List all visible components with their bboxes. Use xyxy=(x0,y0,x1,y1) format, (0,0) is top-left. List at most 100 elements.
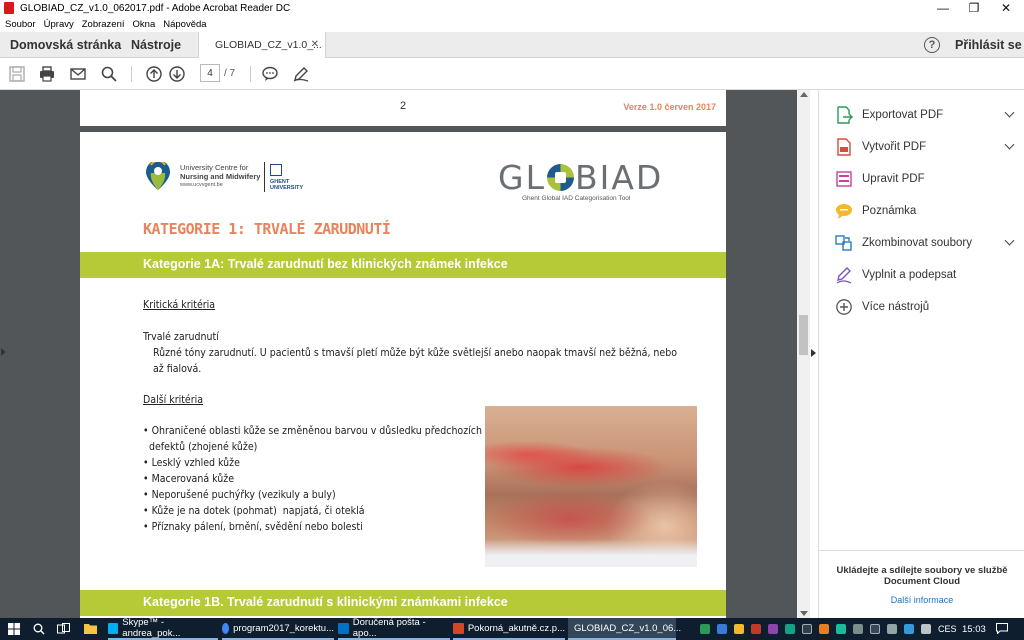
criteria-item: • Příznaky pálení, brnění, svědění nebo … xyxy=(143,521,363,533)
taskbar-item-skype[interactable]: Skype™ - andrea_pok... xyxy=(108,617,218,640)
tray-app-icon[interactable] xyxy=(802,624,812,634)
search-icon[interactable] xyxy=(100,65,118,83)
tool-comment-label: Poznámka xyxy=(862,205,917,217)
page-down-icon[interactable] xyxy=(168,65,186,83)
fill-sign-icon xyxy=(836,267,852,284)
critical-desc-line-2: až fialová. xyxy=(153,363,202,375)
tool-export-pdf[interactable]: Exportovat PDF xyxy=(835,103,1015,127)
page-up-icon[interactable] xyxy=(145,65,163,83)
collapse-left-icon[interactable] xyxy=(1,348,6,356)
toolbar-divider xyxy=(131,66,132,82)
skype-icon xyxy=(108,622,119,634)
logo-divider xyxy=(264,162,265,192)
taskbar-item-powerpoint[interactable]: Pokorná_akutně.cz.p... xyxy=(453,618,565,640)
tray-app-icon[interactable] xyxy=(819,624,829,634)
scroll-down-icon[interactable] xyxy=(800,611,808,616)
taskbar-item-acrobat[interactable]: GLOBIAD_CZ_v1.0_06... xyxy=(568,618,681,640)
tool-combine-files-label: Zkombinovat soubory xyxy=(862,237,972,249)
comment-icon[interactable] xyxy=(261,65,279,83)
tab-document[interactable]: GLOBIAD_CZ_v1.0_... ✕ xyxy=(198,32,326,58)
tool-create-pdf-label: Vytvořit PDF xyxy=(862,141,927,153)
tray-app-icon[interactable] xyxy=(768,624,778,634)
menu-help[interactable]: Nápověda xyxy=(163,19,206,30)
menu-file[interactable]: Soubor xyxy=(5,19,36,30)
tab-tools[interactable]: Nástroje xyxy=(131,32,181,57)
chevron-down-icon[interactable] xyxy=(1004,139,1015,150)
outlook-icon xyxy=(338,622,349,634)
save-icon[interactable] xyxy=(8,65,26,83)
cloud-more-info-link[interactable]: Další informace xyxy=(819,595,1024,605)
tool-more-tools[interactable]: Více nástrojů xyxy=(835,295,1015,319)
page-number-input[interactable]: 4 xyxy=(200,64,220,82)
tray-app-icon[interactable] xyxy=(785,624,795,634)
section-1b-title: Kategorie 1B. Trvalé zarudnutí s klinick… xyxy=(143,595,508,609)
restore-button[interactable]: ❐ xyxy=(959,0,989,16)
print-icon[interactable] xyxy=(38,65,56,83)
tool-create-pdf[interactable]: Vytvořit PDF xyxy=(835,135,1015,159)
tab-document-label: GLOBIAD_CZ_v1.0_... xyxy=(215,39,322,51)
collapse-right-icon[interactable] xyxy=(811,349,816,357)
cloud-promo-text-1: Ukládejte a sdílejte soubory ve službě xyxy=(836,565,1008,576)
notifications-icon[interactable] xyxy=(996,623,1008,634)
system-clock[interactable]: 15:03 xyxy=(962,618,986,640)
scroll-up-icon[interactable] xyxy=(800,92,808,97)
windows-start-icon[interactable] xyxy=(8,623,20,635)
tray-app-icon[interactable] xyxy=(700,624,710,634)
close-window-button[interactable]: ✕ xyxy=(991,0,1021,16)
network-icon[interactable] xyxy=(887,624,897,634)
cloud-promo-text-2: Document Cloud xyxy=(884,576,960,587)
chevron-down-icon[interactable] xyxy=(1004,107,1015,118)
taskbar-item-label: Doručená pošta - apo... xyxy=(352,617,426,639)
help-icon[interactable]: ? xyxy=(924,37,940,53)
criteria-item: • Lesklý vzhled kůže xyxy=(143,457,240,469)
tray-app-icon[interactable] xyxy=(836,624,846,634)
tool-fill-sign[interactable]: Vyplnit a podepsat xyxy=(835,263,1015,287)
criteria-item: defektů (zhojené kůže) xyxy=(143,441,258,453)
tool-edit-pdf[interactable]: Upravit PDF xyxy=(835,167,1015,191)
tray-app-icon[interactable] xyxy=(751,624,761,634)
menu-window[interactable]: Okna xyxy=(133,19,156,30)
category-heading: KATEGORIE 1: TRVALÉ ZARUDNUTÍ xyxy=(143,220,391,238)
tool-more-tools-label: Více nástrojů xyxy=(862,301,930,313)
ghent-crest-icon xyxy=(270,164,282,176)
tool-combine-files[interactable]: Zkombinovat soubory xyxy=(835,231,1015,255)
combine-files-icon xyxy=(835,235,852,251)
taskbar-item-outlook[interactable]: Doručená pošta - apo... xyxy=(338,617,450,640)
email-icon[interactable] xyxy=(69,65,87,83)
language-indicator[interactable]: CES xyxy=(938,618,957,640)
task-view-icon[interactable] xyxy=(57,623,70,635)
critical-desc-line-1: Různé tóny zarudnutí. U pacientů s tmavš… xyxy=(153,347,678,359)
critical-term: Trvalé zarudnutí xyxy=(143,331,219,343)
tab-home[interactable]: Domovská stránka xyxy=(10,32,121,57)
bluetooth-icon[interactable] xyxy=(904,624,914,634)
section-1a-banner: Kategorie 1A: Trvalé zarudnutí bez klini… xyxy=(80,252,726,278)
criteria-item: • Macerovaná kůže xyxy=(143,473,235,485)
search-icon[interactable] xyxy=(33,623,45,635)
globiad-o-icon xyxy=(546,164,574,191)
clinical-photo xyxy=(485,406,697,567)
tray-app-icon[interactable] xyxy=(717,624,727,634)
tray-app-icon[interactable] xyxy=(870,624,880,634)
chrome-icon xyxy=(222,622,230,634)
taskbar-item-label: GLOBIAD_CZ_v1.0_06... xyxy=(574,622,682,634)
menu-edit[interactable]: Úpravy xyxy=(44,19,74,30)
close-tab-icon[interactable]: ✕ xyxy=(311,39,319,50)
taskbar-item-chrome[interactable]: program2017_korektu... xyxy=(222,618,334,640)
file-explorer-icon[interactable] xyxy=(84,623,97,634)
pen-icon[interactable] xyxy=(292,65,310,83)
scroll-thumb[interactable] xyxy=(799,315,808,355)
ucvv-line-2: Nursing and Midwifery xyxy=(180,172,261,181)
sign-in-button[interactable]: Přihlásit se xyxy=(955,32,1022,57)
ucvv-logo-icon xyxy=(146,162,170,190)
menu-view[interactable]: Zobrazení xyxy=(82,19,125,30)
tool-comment[interactable]: Poznámka xyxy=(835,199,1015,223)
volume-icon[interactable] xyxy=(921,624,931,634)
tray-app-icon[interactable] xyxy=(734,624,744,634)
ucvv-logo-text: University Centre for Nursing and Midwif… xyxy=(180,163,260,190)
tray-app-icon[interactable] xyxy=(853,624,863,634)
chevron-down-icon[interactable] xyxy=(1004,235,1015,246)
pdf-page-current: University Centre for Nursing and Midwif… xyxy=(80,132,726,622)
vertical-scrollbar[interactable] xyxy=(797,90,810,618)
other-criteria-heading: Další kritéria xyxy=(143,394,204,406)
minimize-button[interactable]: — xyxy=(928,0,958,16)
